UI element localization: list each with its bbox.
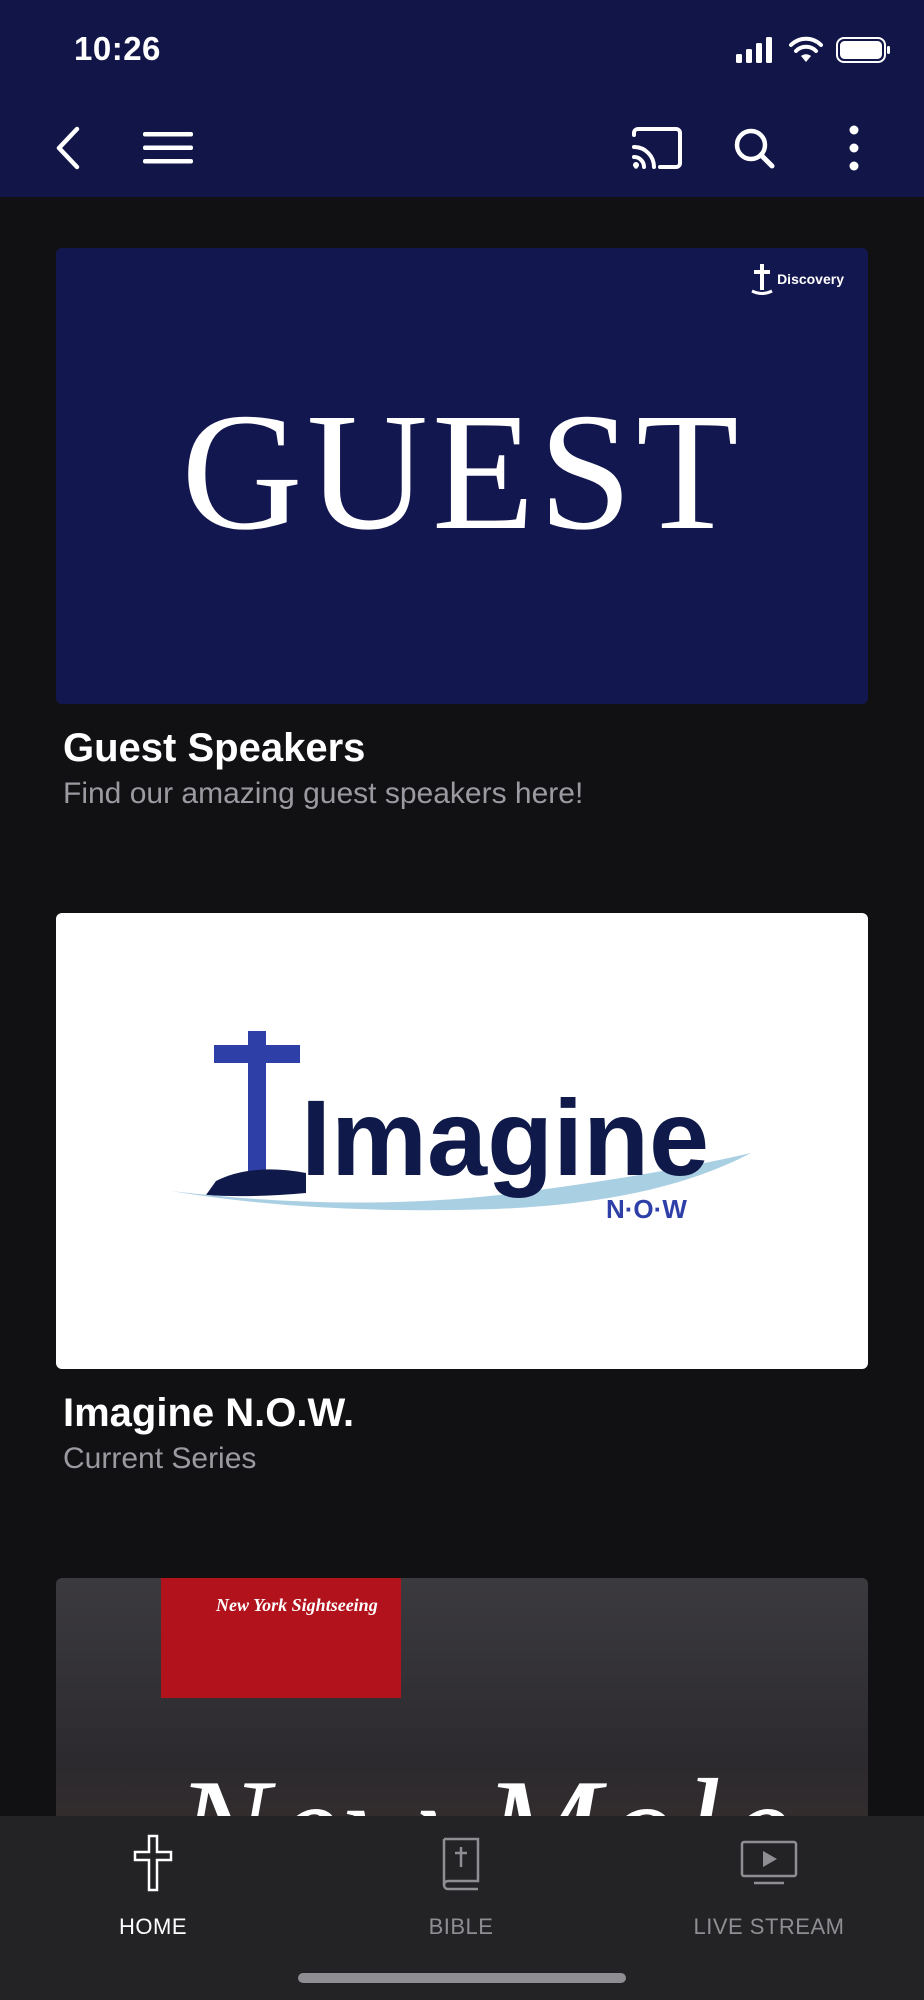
- hamburger-icon: [143, 132, 193, 164]
- content-list: Discovery GUEST Guest Speakers Find our …: [0, 197, 924, 1816]
- top-bar: 10:26: [0, 0, 924, 197]
- guest-graphic-text: GUEST: [181, 379, 743, 565]
- tab-bible[interactable]: BIBLE: [341, 1828, 581, 1940]
- home-indicator: [298, 1973, 626, 1983]
- menu-button[interactable]: [136, 116, 200, 180]
- series-thumbnail[interactable]: New York Sightseeing New Mole: [56, 1578, 868, 1816]
- tab-home-label: HOME: [119, 1914, 187, 1939]
- series-thumbnail[interactable]: Imagine N·O·W: [56, 913, 868, 1369]
- discovery-logo: Discovery: [751, 262, 844, 296]
- back-button[interactable]: [36, 116, 100, 180]
- status-icons: [736, 36, 892, 64]
- series-card-imagine-now[interactable]: Imagine N·O·W Imagine N.O.W. Current Ser…: [56, 913, 868, 1476]
- play-icon: [740, 1840, 798, 1885]
- cast-button[interactable]: [624, 116, 688, 180]
- tab-live-stream-label: LIVE STREAM: [693, 1914, 845, 1939]
- cast-icon: [632, 127, 682, 169]
- more-button[interactable]: [822, 116, 886, 180]
- discovery-logo-text: Discovery: [777, 271, 844, 287]
- crowd-graphic-text: New Mole: [176, 1748, 796, 1816]
- search-button[interactable]: [722, 116, 786, 180]
- cross-icon: [133, 1834, 173, 1892]
- tab-home[interactable]: HOME: [33, 1828, 273, 1940]
- nav-bar: [0, 100, 924, 197]
- tab-bible-label: BIBLE: [428, 1914, 494, 1939]
- series-card-guest-speakers[interactable]: Discovery GUEST Guest Speakers Find our …: [56, 248, 868, 811]
- wifi-icon: [789, 36, 823, 62]
- bible-icon: [442, 1837, 480, 1891]
- search-icon: [734, 128, 775, 169]
- series-card-crowd[interactable]: New York Sightseeing New Mole: [56, 1578, 868, 1816]
- chevron-left-icon: [56, 126, 80, 170]
- imagine-logo-subtext: N·O·W: [606, 1194, 687, 1224]
- status-time: 10:26: [74, 30, 161, 67]
- imagine-now-logo: Imagine N·O·W: [171, 1031, 751, 1224]
- series-thumbnail[interactable]: Discovery GUEST: [56, 248, 868, 704]
- battery-icon: [836, 37, 890, 63]
- more-vertical-icon: [849, 125, 859, 171]
- cross-logo-icon: [751, 264, 773, 295]
- card-subtitle: Current Series: [63, 1442, 257, 1475]
- imagine-logo-text: Imagine: [301, 1077, 709, 1198]
- card-title: Imagine N.O.W.: [63, 1391, 355, 1435]
- bus-banner-text: New York Sightseeing: [216, 1595, 378, 1615]
- tab-live-stream[interactable]: LIVE STREAM: [649, 1828, 889, 1940]
- card-title: Guest Speakers: [63, 726, 366, 770]
- card-subtitle: Find our amazing guest speakers here!: [63, 777, 584, 810]
- signal-icon: [736, 37, 772, 63]
